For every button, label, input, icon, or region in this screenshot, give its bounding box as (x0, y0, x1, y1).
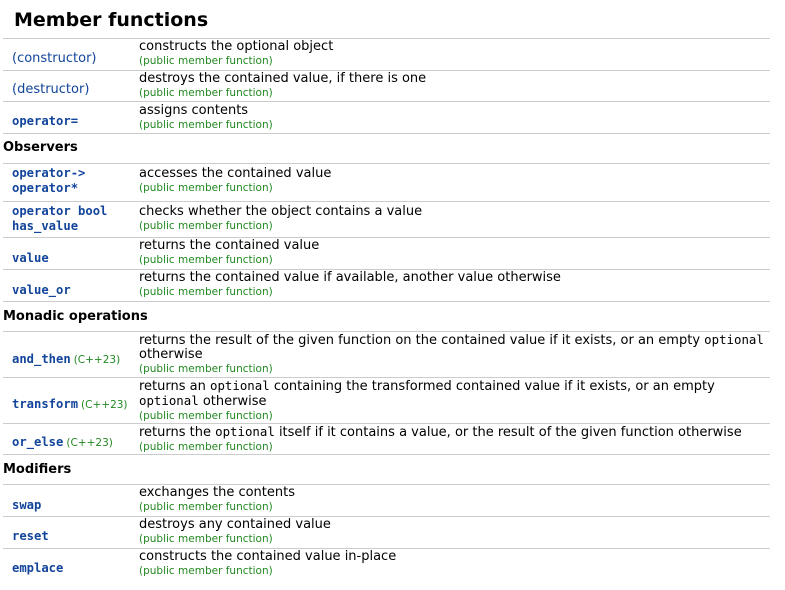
or-else-link[interactable]: or_else (12, 435, 63, 449)
section-title-modifiers: Modifiers (3, 462, 72, 477)
row-divider (3, 301, 770, 302)
section-title-monadic-operations: Monadic operations (3, 309, 148, 324)
page-title: Member functions (14, 9, 209, 31)
member-kind-label: (public member function) (139, 533, 273, 545)
cpp23-badge: (C++23) (66, 437, 113, 449)
member-row-transform: transform (C++23) returns an optional con… (3, 378, 770, 423)
row-divider (3, 133, 770, 134)
reset-description: destroys any contained value (139, 517, 331, 532)
or-else-description: returns the optional itself if it contai… (139, 424, 742, 440)
operator-arrow-link[interactable]: operator-> (12, 166, 85, 181)
operator-assign-description: assigns contents (139, 103, 249, 118)
member-row-destructor: (destructor) destroys the contained valu… (3, 71, 770, 101)
member-kind-label: (public member function) (139, 182, 273, 194)
value-or-description: returns the contained value if available… (139, 270, 561, 285)
operator-arrow-description: accesses the contained value (139, 166, 332, 181)
section-title-observers: Observers (3, 140, 78, 155)
member-row-and-then: and_then (C++23) returns the result of th… (3, 332, 770, 377)
member-kind-label: (public member function) (139, 441, 273, 453)
transform-link[interactable]: transform (12, 397, 78, 411)
member-row-reset: reset destroys any contained value (publ… (3, 517, 770, 548)
constructor-description: constructs the optional object (139, 39, 334, 54)
has-value-link[interactable]: has_value (12, 219, 107, 234)
destructor-description: destroys the contained value, if there i… (139, 71, 427, 86)
destructor-link[interactable]: (destructor) (12, 82, 89, 97)
member-row-operator-arrow: operator-> operator* accesses the contai… (3, 164, 770, 201)
member-row-or-else: or_else (C++23) returns the optional itse… (3, 424, 770, 454)
member-row-operator-bool: operator bool has_value checks whether t… (3, 202, 770, 237)
member-row-swap: swap exchanges the contents (public memb… (3, 485, 770, 516)
member-kind-label: (public member function) (139, 87, 273, 99)
member-row-emplace: emplace constructs the contained value i… (3, 549, 770, 581)
member-row-constructor: (constructor) constructs the optional ob… (3, 39, 770, 70)
emplace-description: constructs the contained value in-place (139, 549, 397, 564)
cpp23-badge: (C++23) (81, 399, 128, 411)
operator-bool-description: checks whether the object contains a val… (139, 204, 423, 219)
value-link[interactable]: value (12, 251, 49, 265)
member-kind-label: (public member function) (139, 119, 273, 131)
transform-description: returns an optional containing the trans… (139, 378, 715, 409)
value-or-link[interactable]: value_or (12, 283, 71, 297)
reset-link[interactable]: reset (12, 529, 49, 543)
member-row-value: value returns the contained value (publi… (3, 238, 770, 269)
member-kind-label: (public member function) (139, 565, 273, 577)
emplace-link[interactable]: emplace (12, 561, 63, 575)
swap-description: exchanges the contents (139, 485, 295, 500)
member-kind-label: (public member function) (139, 410, 273, 422)
member-kind-label: (public member function) (139, 286, 273, 298)
operator-assign-link[interactable]: operator= (12, 114, 78, 128)
member-kind-label: (public member function) (139, 501, 273, 513)
member-row-operator-assign: operator= assigns contents (public membe… (3, 102, 770, 133)
member-row-value-or: value_or returns the contained value if … (3, 270, 770, 301)
row-divider (3, 454, 770, 455)
operator-bool-link[interactable]: operator bool (12, 204, 107, 219)
member-kind-label: (public member function) (139, 254, 273, 266)
swap-link[interactable]: swap (12, 498, 41, 512)
member-kind-label: (public member function) (139, 220, 273, 232)
constructor-link[interactable]: (constructor) (12, 51, 96, 66)
value-description: returns the contained value (139, 238, 320, 253)
and-then-description: returns the result of the given function… (139, 332, 764, 362)
member-kind-label: (public member function) (139, 363, 273, 375)
and-then-link[interactable]: and_then (12, 352, 71, 366)
member-kind-label: (public member function) (139, 55, 273, 67)
operator-star-link[interactable]: operator* (12, 181, 85, 196)
cpp23-badge: (C++23) (73, 354, 121, 366)
